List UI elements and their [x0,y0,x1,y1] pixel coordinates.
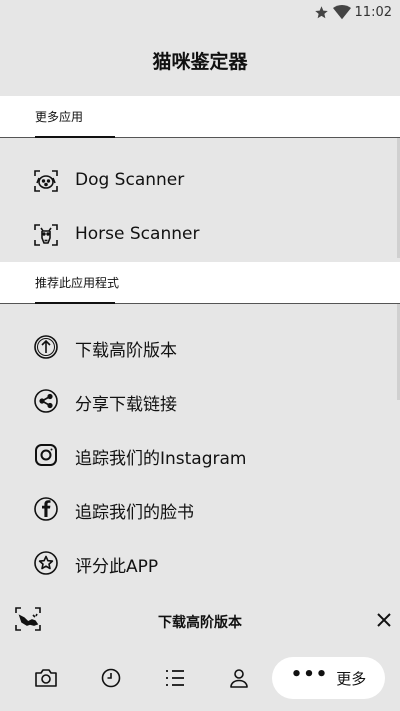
dog-scanner-icon [33,168,59,194]
profile-icon[interactable] [227,666,251,690]
star-icon [314,5,328,18]
page-title: 猫咪鉴定器 [152,50,248,73]
section-header-more-apps: 更多应用 [0,96,400,138]
share-icon [33,388,59,414]
list-item-label: 分享下载链接 [75,395,177,415]
list-item-rate-app[interactable]: 评分此APP [0,536,400,590]
list-item-dog-scanner[interactable]: Dog Scanner [0,154,400,208]
list-item-label: Horse Scanner [75,224,200,244]
status-bar: 11:02 [0,0,400,24]
more-button[interactable]: ••• 更多 [272,657,385,699]
list-item-label: 评分此APP [75,557,159,577]
section-title-recommend: 推荐此应用程式 [35,276,120,290]
list-item-facebook[interactable]: 追踪我们的脸书 [0,482,400,536]
banner-text: 下载高阶版本 [158,615,242,631]
app-title-bar: 猫咪鉴定器 [0,24,400,96]
list-item-label: 追踪我们的脸书 [75,503,194,523]
camera-icon[interactable] [34,666,58,690]
bottom-nav: ••• 更多 [0,650,400,706]
section-title-more-apps: 更多应用 [35,110,84,124]
more-dots-icon: ••• [290,664,329,685]
list-item-label: 追踪我们的Instagram [75,449,247,469]
premium-banner[interactable]: 下载高阶版本 [0,596,400,646]
wifi-icon [332,4,351,19]
list-icon[interactable] [163,666,187,690]
section-header-recommend: 推荐此应用程式 [0,262,400,304]
gesture-area [0,706,400,711]
list-item-share[interactable]: 分享下载链接 [0,374,400,428]
list-item-label: 下载高阶版本 [75,341,177,361]
facebook-icon [33,496,59,522]
star-circle-icon [33,550,59,576]
list-item-horse-scanner[interactable]: Horse Scanner [0,208,400,262]
section-underline [35,302,115,304]
list-item-instagram[interactable]: 追踪我们的Instagram [0,428,400,482]
close-icon[interactable] [374,610,394,630]
list-item-download-premium[interactable]: 下载高阶版本 [0,320,400,374]
more-label: 更多 [336,669,367,688]
horse-scanner-icon [33,222,59,248]
section-underline [35,136,115,138]
status-time: 11:02 [354,4,392,20]
upload-arrow-circle-icon [33,334,59,360]
instagram-icon [33,442,59,468]
list-item-label: Dog Scanner [75,170,185,190]
history-clock-icon[interactable] [99,666,123,690]
